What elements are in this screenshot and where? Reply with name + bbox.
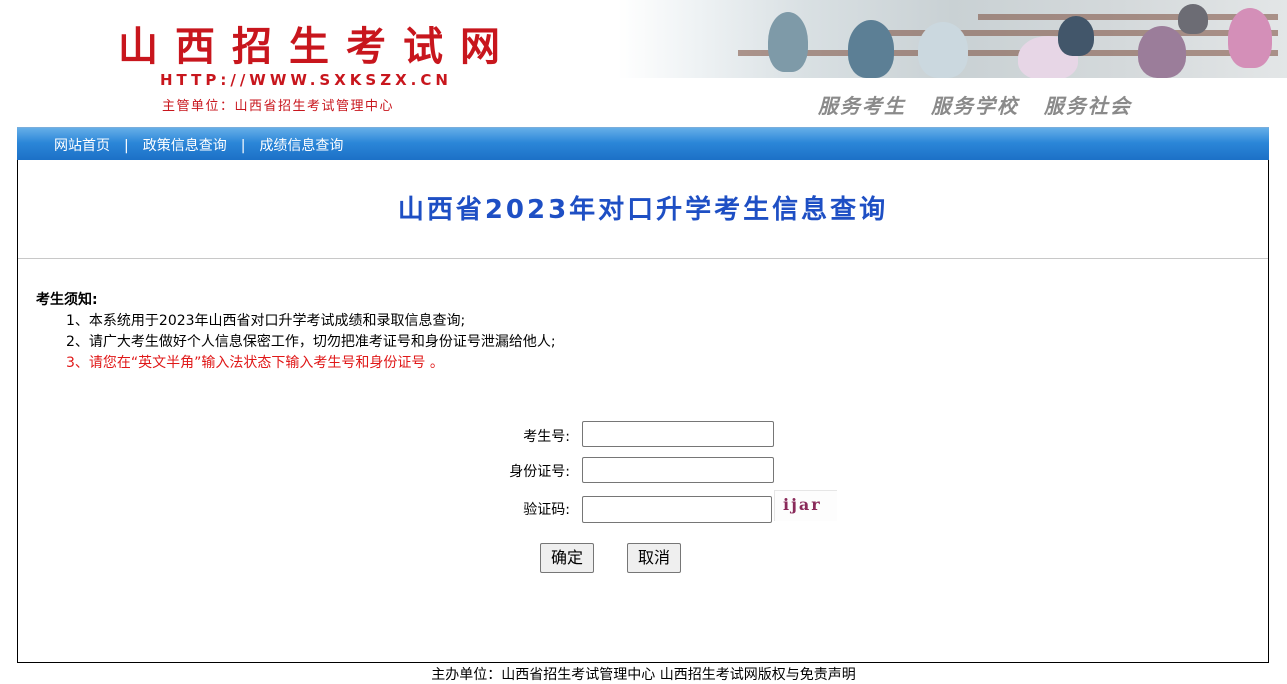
captcha-image-text: ijar <box>783 495 822 514</box>
notice-item: 1、本系统用于2023年山西省对口升学考试成绩和录取信息查询; <box>66 313 466 329</box>
captcha-input[interactable] <box>582 496 772 523</box>
nav-item-scores[interactable]: 成绩信息查询 <box>259 138 343 154</box>
site-slogan: 服务考生 服务学校 服务社会 <box>818 94 1132 118</box>
notice-item-warning: 3、请您在“英文半角”输入法状态下输入考生号和身份证号 。 <box>66 355 444 371</box>
main-panel: 山西省2023年对口升学考生信息查询 考生须知: 1、本系统用于2023年山西省… <box>17 160 1269 663</box>
captcha-label: 验证码: <box>523 502 570 518</box>
nav-separator: | <box>240 138 246 154</box>
captcha-image[interactable]: ijar <box>774 490 837 521</box>
exam-no-label: 考生号: <box>523 429 570 445</box>
site-organizer: 主管单位：山西省招生考试管理中心 <box>162 99 395 114</box>
nav-separator: | <box>124 138 129 154</box>
nav-item-policy[interactable]: 政策信息查询 <box>143 138 227 154</box>
page-title: 山西省2023年对口升学考生信息查询 <box>397 195 889 225</box>
site-title: 山西招生考试网 <box>118 23 517 70</box>
nav-bar: 网站首页 | 政策信息查询 | 成绩信息查询 <box>17 127 1269 161</box>
notice-heading: 考生须知: <box>36 292 98 308</box>
site-header: 山西招生考试网 HTTP://WWW.SXKSZX.CN 主管单位：山西省招生考… <box>0 0 1287 127</box>
notice-block: 考生须知: 1、本系统用于2023年山西省对口升学考试成绩和录取信息查询; 2、… <box>36 290 556 374</box>
exam-no-input[interactable] <box>582 421 774 447</box>
id-no-label: 身份证号: <box>509 464 570 480</box>
title-row: 山西省2023年对口升学考生信息查询 <box>18 160 1268 259</box>
id-no-input[interactable] <box>582 457 774 483</box>
header-banner-photo <box>618 0 1287 78</box>
nav-item-home[interactable]: 网站首页 <box>54 138 110 154</box>
submit-button[interactable]: 确定 <box>540 543 594 573</box>
site-url: HTTP://WWW.SXKSZX.CN <box>160 71 452 89</box>
footer-text: 主办单位：山西省招生考试管理中心 山西招生考试网版权与免责声明 <box>431 667 856 683</box>
cancel-button[interactable]: 取消 <box>627 543 681 573</box>
notice-item: 2、请广大考生做好个人信息保密工作，切勿把准考证号和身份证号泄漏给他人; <box>66 334 556 350</box>
